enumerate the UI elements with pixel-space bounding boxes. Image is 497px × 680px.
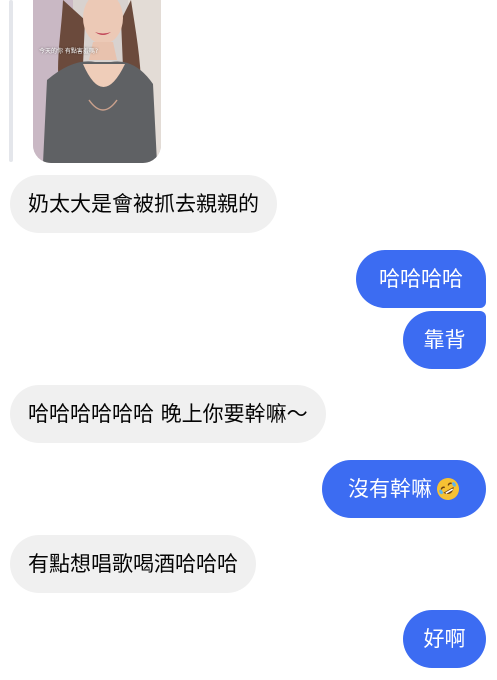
photo-caption: 今天的你 有點害羞嗎? xyxy=(39,48,99,55)
message-text: 好啊 xyxy=(423,626,466,651)
message-text: 有點想唱歌喝酒哈哈哈 xyxy=(28,551,238,576)
message-text: 哈哈哈哈 xyxy=(379,266,463,291)
incoming-message[interactable]: 奶太大是會被抓去親親的 xyxy=(10,175,277,233)
incoming-message[interactable]: 哈哈哈哈哈哈 晚上你要幹嘛～ xyxy=(10,385,326,443)
reply-indicator-bar xyxy=(9,0,13,162)
shared-photo-thumbnail[interactable]: 今天的你 有點害羞嗎? xyxy=(33,0,161,163)
message-text: 沒有幹嘛 xyxy=(348,476,432,501)
outgoing-message[interactable]: 靠背 xyxy=(403,311,486,369)
message-text: 哈哈哈哈哈哈 晚上你要幹嘛～ xyxy=(28,401,308,426)
outgoing-message[interactable]: 好啊 xyxy=(403,610,486,668)
outgoing-message[interactable]: 哈哈哈哈 xyxy=(356,250,486,308)
message-text: 奶太大是會被抓去親親的 xyxy=(28,191,259,216)
message-text: 靠背 xyxy=(423,327,466,352)
rolling-on-floor-laughing-emoji xyxy=(437,478,459,500)
incoming-message[interactable]: 有點想唱歌喝酒哈哈哈 xyxy=(10,535,256,593)
outgoing-message[interactable]: 沒有幹嘛 xyxy=(322,460,486,518)
photo-image xyxy=(33,0,161,163)
